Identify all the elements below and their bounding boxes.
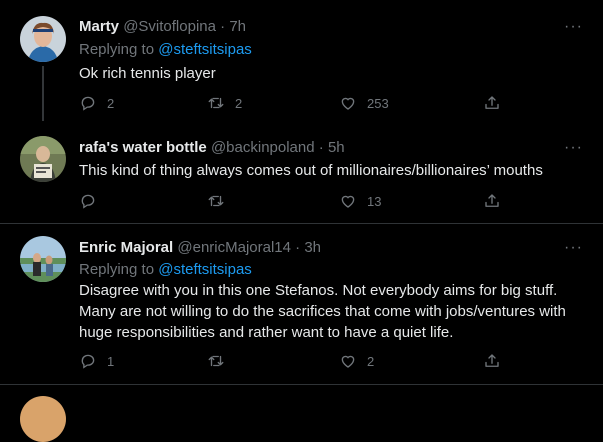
like-button[interactable]: 2 (339, 352, 374, 370)
retweet-button[interactable]: 2 (207, 94, 242, 112)
separator: · (215, 18, 230, 35)
reply-count: 1 (107, 353, 115, 369)
replying-to: Replying to @steftsitsipas (79, 41, 252, 58)
replying-label: Replying to (79, 261, 159, 278)
reply-button[interactable] (79, 192, 107, 210)
mention-link[interactable]: @steftsitsipas (158, 261, 252, 278)
tweet-actions: 2 2 253 (79, 94, 509, 116)
timestamp[interactable]: 7h (229, 18, 246, 35)
share-button[interactable] (483, 94, 501, 112)
share-button[interactable] (483, 352, 501, 370)
divider (0, 384, 603, 385)
timestamp[interactable]: 5h (328, 139, 345, 156)
avatar[interactable] (20, 236, 66, 282)
like-button[interactable]: 13 (339, 192, 381, 210)
tweet-actions: 1 2 (79, 352, 509, 374)
timestamp[interactable]: 3h (304, 239, 321, 256)
share-icon (485, 354, 499, 367)
tweet-text: This kind of thing always comes out of m… (79, 162, 543, 179)
handle[interactable]: @enricMajoral14 (177, 239, 291, 256)
reply-button[interactable]: 1 (79, 352, 114, 370)
like-button[interactable]: 253 (339, 94, 389, 112)
avatar[interactable] (20, 136, 66, 182)
replying-to: Replying to @steftsitsipas (79, 261, 252, 278)
avatar[interactable] (20, 396, 66, 442)
retweet-count: 2 (235, 95, 243, 111)
tweet-text: Ok rich tennis player (79, 65, 216, 82)
more-icon[interactable]: ··· (564, 18, 583, 36)
retweet-icon (208, 97, 224, 109)
display-name[interactable]: Enric Majoral (79, 239, 173, 256)
retweet-button[interactable] (207, 192, 235, 210)
reply-icon (81, 194, 95, 209)
tweet-header: rafa's water bottle @backinpoland · 5h (79, 139, 345, 156)
display-name[interactable]: Marty (79, 18, 119, 35)
thread-line (42, 66, 44, 121)
mention-link[interactable]: @steftsitsipas (158, 41, 252, 58)
retweet-icon (208, 355, 224, 367)
share-button[interactable] (483, 192, 501, 210)
like-icon (341, 97, 355, 110)
replying-label: Replying to (79, 41, 159, 58)
like-count: 2 (367, 353, 375, 369)
tweet-rafas-water-bottle[interactable]: rafa's water bottle @backinpoland · 5h ·… (0, 125, 603, 223)
tweet-header: Marty @Svitoflopina · 7h (79, 18, 246, 35)
tweet-text: Disagree with you in this one Stefanos. … (79, 282, 566, 341)
separator: · (314, 139, 328, 156)
retweet-button[interactable] (207, 352, 235, 370)
like-count: 13 (367, 193, 382, 209)
reply-icon (81, 354, 95, 369)
tweet-actions: 13 (79, 192, 509, 214)
reply-count: 2 (107, 95, 115, 111)
more-icon[interactable]: ··· (564, 239, 583, 257)
share-icon (485, 96, 499, 109)
like-icon (341, 355, 355, 368)
share-icon (485, 194, 499, 207)
display-name[interactable]: rafa's water bottle (79, 139, 207, 156)
separator: · (290, 239, 305, 256)
like-icon (341, 195, 355, 208)
handle[interactable]: @backinpoland (211, 139, 315, 156)
like-count: 253 (367, 95, 389, 111)
avatar[interactable] (20, 16, 66, 62)
reply-icon (81, 96, 95, 111)
more-icon[interactable]: ··· (564, 139, 583, 157)
tweet-header: Enric Majoral @enricMajoral14 · 3h (79, 239, 321, 256)
tweet-enric-majoral[interactable]: Enric Majoral @enricMajoral14 · 3h ··· R… (0, 224, 603, 384)
reply-button[interactable]: 2 (79, 94, 114, 112)
retweet-icon (208, 195, 224, 207)
handle[interactable]: @Svitoflopina (123, 18, 216, 35)
tweet-marty[interactable]: Marty @Svitoflopina · 7h ··· Replying to… (0, 0, 603, 125)
